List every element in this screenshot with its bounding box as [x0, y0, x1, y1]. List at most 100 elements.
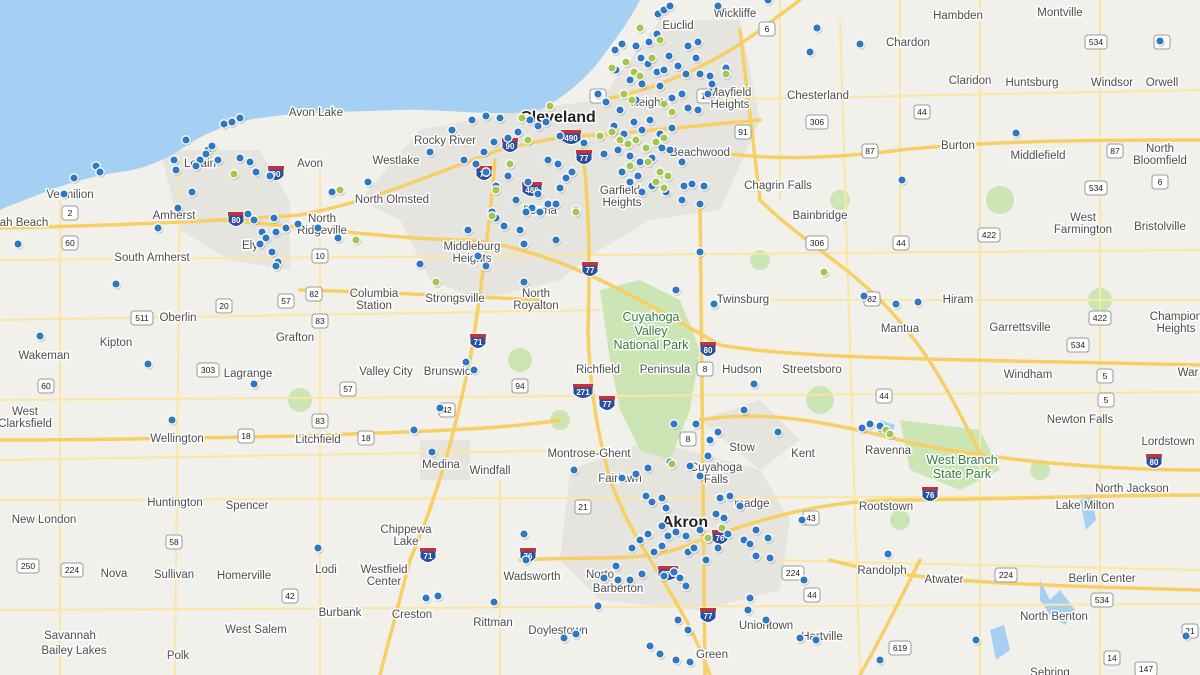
location-marker-blue[interactable]: [647, 497, 657, 507]
location-marker-blue[interactable]: [713, 543, 723, 553]
location-marker-blue[interactable]: [269, 213, 279, 223]
location-marker-green[interactable]: [655, 35, 665, 45]
location-marker-blue[interactable]: [447, 125, 457, 135]
location-marker-blue[interactable]: [695, 247, 705, 257]
location-marker-green[interactable]: [545, 101, 555, 111]
location-marker-blue[interactable]: [519, 277, 529, 287]
location-marker-blue[interactable]: [265, 171, 275, 181]
location-marker-blue[interactable]: [643, 529, 653, 539]
location-marker-blue[interactable]: [773, 427, 783, 437]
location-marker-blue[interactable]: [281, 223, 291, 233]
location-marker-blue[interactable]: [503, 171, 513, 181]
location-marker-blue[interactable]: [859, 291, 869, 301]
location-marker-blue[interactable]: [691, 53, 701, 63]
location-marker-blue[interactable]: [495, 113, 505, 123]
location-marker-blue[interactable]: [533, 189, 543, 199]
location-marker-blue[interactable]: [657, 493, 667, 503]
location-marker-green[interactable]: [595, 131, 605, 141]
location-marker-blue[interactable]: [799, 575, 809, 585]
location-marker-blue[interactable]: [459, 155, 469, 165]
location-marker-blue[interactable]: [181, 135, 191, 145]
location-marker-blue[interactable]: [681, 581, 691, 591]
location-marker-blue[interactable]: [705, 435, 715, 445]
location-marker-blue[interactable]: [173, 203, 183, 213]
location-marker-blue[interactable]: [667, 93, 677, 103]
location-marker-blue[interactable]: [664, 51, 674, 61]
location-marker-blue[interactable]: [645, 115, 655, 125]
location-marker-blue[interactable]: [703, 89, 713, 99]
location-marker-green[interactable]: [647, 53, 657, 63]
location-marker-green[interactable]: [491, 185, 501, 195]
location-marker-blue[interactable]: [635, 535, 645, 545]
location-marker-green[interactable]: [607, 127, 617, 137]
location-marker-blue[interactable]: [543, 155, 553, 165]
location-marker-green[interactable]: [623, 139, 633, 149]
location-marker-blue[interactable]: [499, 221, 509, 231]
location-marker-blue[interactable]: [571, 629, 581, 639]
location-marker-blue[interactable]: [143, 359, 153, 369]
location-marker-blue[interactable]: [251, 167, 261, 177]
location-marker-green[interactable]: [635, 71, 645, 81]
location-marker-blue[interactable]: [489, 137, 499, 147]
location-marker-blue[interactable]: [659, 571, 669, 581]
location-marker-blue[interactable]: [695, 69, 705, 79]
location-marker-blue[interactable]: [627, 543, 637, 553]
location-marker-blue[interactable]: [637, 569, 647, 579]
location-marker-blue[interactable]: [111, 279, 121, 289]
location-marker-blue[interactable]: [533, 121, 543, 131]
location-marker-green[interactable]: [659, 99, 669, 109]
location-marker-blue[interactable]: [569, 465, 579, 475]
location-marker-blue[interactable]: [631, 469, 641, 479]
location-marker-green[interactable]: [721, 69, 731, 79]
location-marker-blue[interactable]: [267, 247, 277, 257]
location-marker-green[interactable]: [517, 113, 527, 123]
location-marker-blue[interactable]: [625, 151, 635, 161]
location-marker-green[interactable]: [627, 95, 637, 105]
location-marker-blue[interactable]: [219, 119, 229, 129]
location-marker-blue[interactable]: [643, 463, 653, 473]
location-marker-blue[interactable]: [693, 105, 703, 115]
location-marker-blue[interactable]: [857, 423, 867, 433]
location-marker-blue[interactable]: [433, 591, 443, 601]
location-marker-blue[interactable]: [677, 195, 687, 205]
location-marker-blue[interactable]: [635, 157, 645, 167]
location-marker-blue[interactable]: [427, 447, 437, 457]
location-marker-blue[interactable]: [745, 593, 755, 603]
location-marker-blue[interactable]: [749, 379, 759, 389]
location-marker-green[interactable]: [667, 107, 677, 117]
location-marker-green[interactable]: [625, 161, 635, 171]
location-marker-blue[interactable]: [435, 403, 445, 413]
location-marker-blue[interactable]: [601, 97, 611, 107]
location-marker-blue[interactable]: [593, 601, 603, 611]
location-marker-blue[interactable]: [473, 251, 483, 261]
location-marker-green[interactable]: [615, 135, 625, 145]
location-marker-blue[interactable]: [313, 543, 323, 553]
location-marker-blue[interactable]: [171, 165, 181, 175]
location-marker-blue[interactable]: [665, 1, 675, 11]
location-marker-blue[interactable]: [745, 539, 755, 549]
location-marker-blue[interactable]: [421, 593, 431, 603]
location-marker-blue[interactable]: [617, 167, 627, 177]
location-marker-green[interactable]: [819, 267, 829, 277]
location-marker-blue[interactable]: [479, 147, 489, 157]
location-marker-blue[interactable]: [35, 331, 45, 341]
location-marker-blue[interactable]: [327, 187, 337, 197]
location-marker-blue[interactable]: [519, 529, 529, 539]
location-marker-blue[interactable]: [671, 527, 681, 537]
location-marker-blue[interactable]: [551, 235, 561, 245]
location-marker-blue[interactable]: [673, 61, 683, 71]
location-marker-blue[interactable]: [693, 37, 703, 47]
location-marker-blue[interactable]: [812, 23, 822, 33]
location-marker-blue[interactable]: [655, 81, 665, 91]
location-marker-blue[interactable]: [695, 525, 705, 535]
location-marker-green[interactable]: [631, 135, 641, 145]
location-marker-blue[interactable]: [677, 89, 687, 99]
location-marker-blue[interactable]: [471, 159, 481, 169]
location-marker-blue[interactable]: [519, 239, 529, 249]
location-marker-blue[interactable]: [805, 47, 815, 57]
location-marker-blue[interactable]: [705, 71, 715, 81]
location-marker-blue[interactable]: [897, 175, 907, 185]
location-marker-blue[interactable]: [513, 127, 523, 137]
location-marker-blue[interactable]: [489, 597, 499, 607]
location-marker-blue[interactable]: [481, 111, 491, 121]
